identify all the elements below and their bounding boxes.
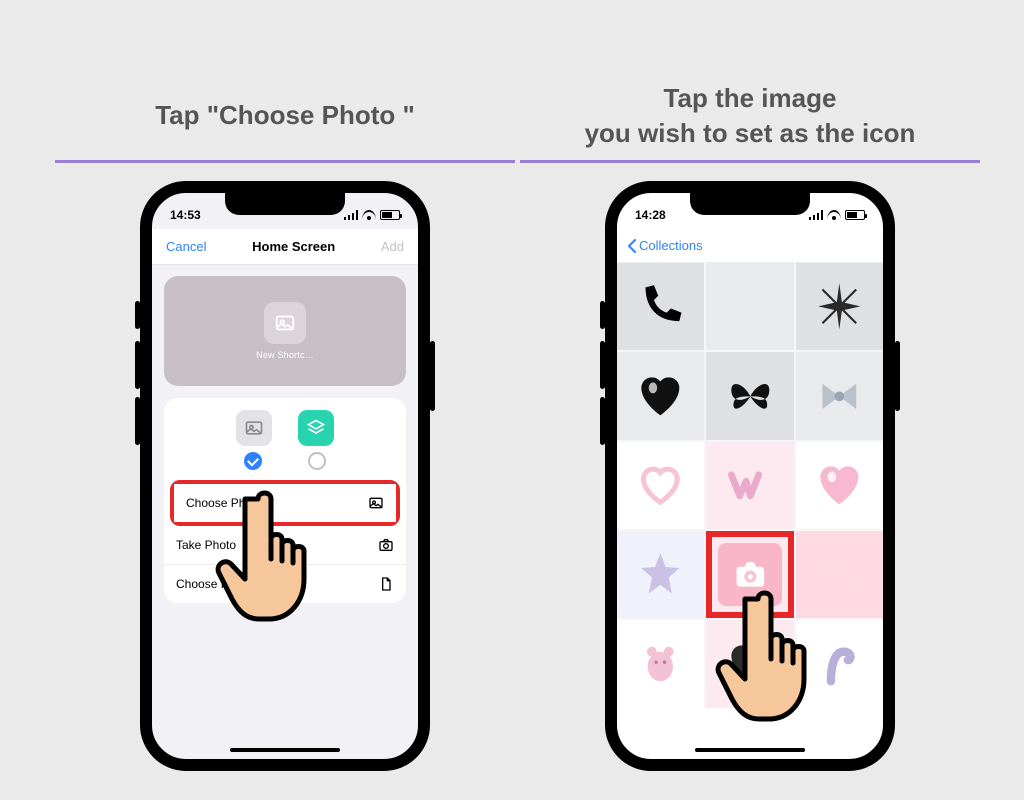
grid-item-pink-heart[interactable] bbox=[796, 442, 883, 529]
grid-item-gummy-bear[interactable] bbox=[617, 620, 704, 707]
camera-tile bbox=[718, 543, 781, 606]
menu-choose-photo[interactable]: Choose Photo bbox=[174, 484, 396, 522]
star-icon bbox=[635, 549, 686, 600]
status-icons bbox=[344, 210, 400, 220]
caption-line-2: you wish to set as the icon bbox=[585, 118, 916, 148]
grid-item-heart-outline[interactable] bbox=[617, 442, 704, 529]
camera-icon bbox=[378, 537, 394, 553]
status-time: 14:53 bbox=[170, 208, 201, 222]
chevron-left-icon bbox=[627, 239, 637, 253]
butterfly-icon bbox=[725, 371, 776, 422]
preview-app-icon bbox=[264, 302, 306, 344]
caption-left: Tap "Choose Photo " bbox=[55, 80, 515, 152]
battery-icon bbox=[380, 210, 400, 220]
caption-underline bbox=[55, 160, 515, 163]
home-indicator bbox=[230, 748, 340, 752]
phone-notch bbox=[690, 193, 810, 215]
add-button[interactable]: Add bbox=[381, 239, 404, 254]
icon-choice-row bbox=[164, 410, 406, 446]
bow-icon bbox=[814, 371, 865, 422]
letter-w-icon bbox=[725, 460, 776, 511]
status-icons bbox=[809, 210, 865, 220]
menu-take-photo[interactable]: Take Photo bbox=[164, 526, 406, 564]
photo-grid bbox=[617, 263, 883, 708]
icon-option-card: Choose Photo Take Photo bbox=[164, 398, 406, 603]
home-preview-card: New Shortc… bbox=[164, 276, 406, 386]
wifi-icon bbox=[827, 210, 841, 220]
highlight-choose-photo: Choose Photo bbox=[170, 480, 400, 526]
preview-app-label: New Shortc… bbox=[256, 350, 314, 360]
phone-mock-right: 14:28 Collections bbox=[605, 181, 895, 771]
heart-outline-icon bbox=[635, 460, 686, 511]
grid-item-butterfly[interactable] bbox=[706, 352, 793, 439]
phone-power-button bbox=[430, 341, 435, 411]
phone-screen-left: 14:53 Cancel Home Screen Add bbox=[140, 181, 430, 771]
grid-item-letter-w[interactable] bbox=[706, 442, 793, 529]
grid-item-star[interactable] bbox=[617, 531, 704, 618]
sparkle-star-icon bbox=[814, 281, 865, 332]
glossy-heart-icon bbox=[635, 371, 686, 422]
crescent-moon-icon bbox=[725, 281, 776, 332]
menu-label: Take Photo bbox=[176, 538, 236, 552]
home-indicator bbox=[695, 748, 805, 752]
grid-item-phone[interactable] bbox=[617, 263, 704, 350]
camera-icon bbox=[732, 556, 769, 593]
radio-app[interactable] bbox=[308, 452, 326, 470]
menu-label: Choose File bbox=[176, 577, 240, 591]
nav-bar: Cancel Home Screen Add bbox=[152, 229, 418, 264]
gummy-bear-icon bbox=[635, 639, 686, 690]
battery-icon bbox=[845, 210, 865, 220]
file-icon bbox=[378, 576, 394, 592]
wifi-icon bbox=[362, 210, 376, 220]
pink-heart-icon bbox=[814, 460, 865, 511]
radio-image-selected[interactable] bbox=[244, 452, 262, 470]
menu-label: Choose Photo bbox=[186, 496, 262, 510]
signal-icon bbox=[344, 210, 358, 220]
caption-line-1: Tap the image bbox=[664, 83, 837, 113]
status-time: 14:28 bbox=[635, 208, 666, 222]
step-panel-choose-photo: Tap "Choose Photo " 14:53 Cancel Home Sc… bbox=[55, 80, 515, 771]
app-icon-choice[interactable] bbox=[298, 410, 334, 446]
image-icon-choice[interactable] bbox=[236, 410, 272, 446]
grid-item-candy[interactable] bbox=[796, 620, 883, 707]
cancel-button[interactable]: Cancel bbox=[166, 239, 206, 254]
grid-item-sparkle[interactable] bbox=[796, 263, 883, 350]
grid-item-moon[interactable] bbox=[706, 263, 793, 350]
phone-handset-icon bbox=[814, 549, 865, 600]
grid-item-bow[interactable] bbox=[796, 352, 883, 439]
caption-right: Tap the image you wish to set as the ico… bbox=[520, 80, 980, 152]
grid-item-glossy-heart[interactable] bbox=[617, 352, 704, 439]
grid-item-black-heart[interactable] bbox=[706, 620, 793, 707]
radio-selection-row bbox=[164, 452, 406, 470]
nav-title: Home Screen bbox=[252, 239, 335, 254]
black-heart-icon bbox=[725, 639, 776, 690]
phone-power-button bbox=[895, 341, 900, 411]
signal-icon bbox=[809, 210, 823, 220]
back-label: Collections bbox=[639, 238, 703, 253]
step-panel-pick-image: Tap the image you wish to set as the ico… bbox=[520, 80, 980, 771]
grid-item-camera-highlighted[interactable] bbox=[706, 531, 793, 618]
grid-item-handset[interactable] bbox=[796, 531, 883, 618]
back-nav[interactable]: Collections bbox=[617, 229, 883, 263]
phone-mock-left: 14:53 Cancel Home Screen Add bbox=[140, 181, 430, 771]
candy-cane-icon bbox=[814, 639, 865, 690]
phone-icon bbox=[635, 281, 686, 332]
menu-choose-file[interactable]: Choose File bbox=[164, 564, 406, 603]
phone-screen-right: 14:28 Collections bbox=[605, 181, 895, 771]
phone-notch bbox=[225, 193, 345, 215]
caption-underline bbox=[520, 160, 980, 163]
photo-icon bbox=[368, 495, 384, 511]
